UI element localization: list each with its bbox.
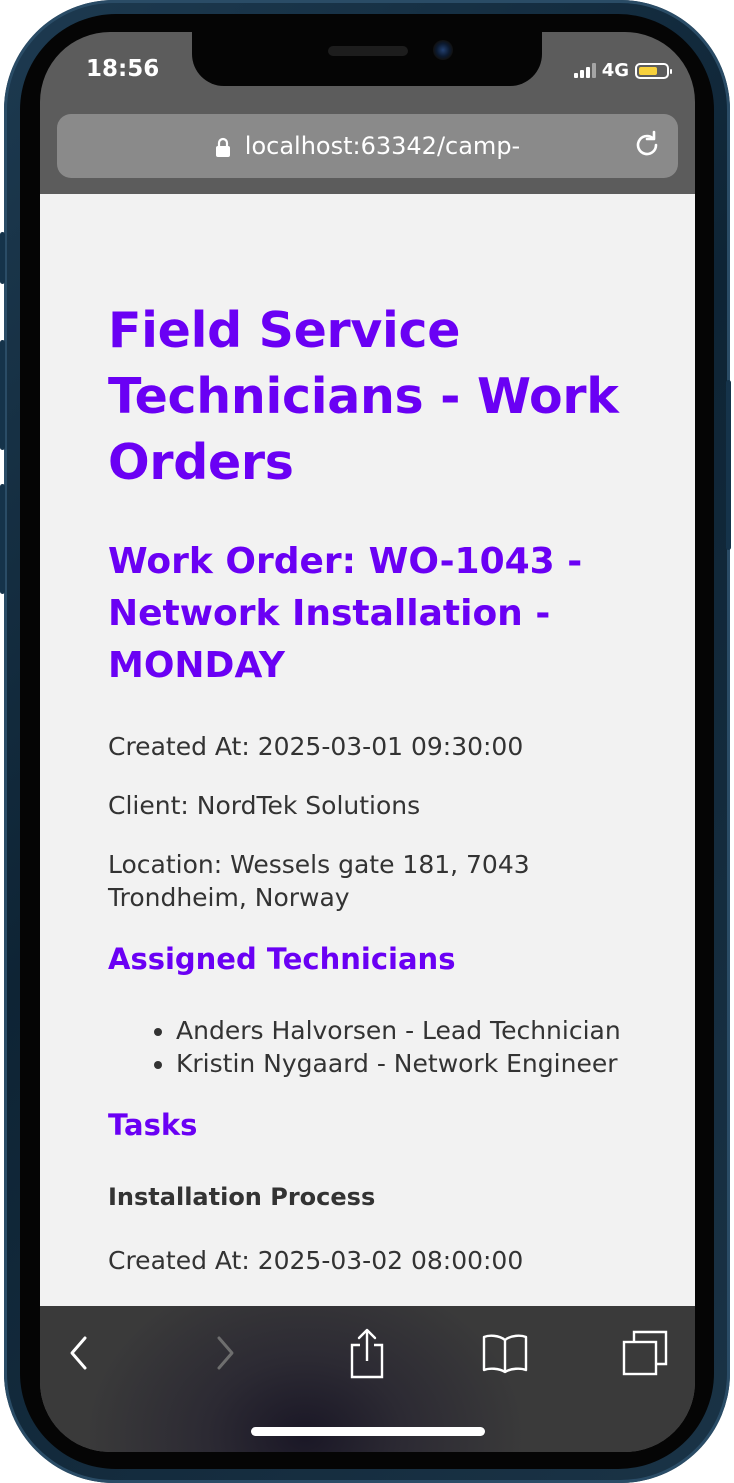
battery-level — [639, 66, 658, 75]
back-button[interactable] — [54, 1328, 104, 1378]
url-text: localhost:63342/camp- — [244, 132, 521, 160]
web-page[interactable]: Field Service Technicians - Work Orders … — [40, 194, 695, 1306]
created-at: Created At: 2025-03-01 09:30:00 — [108, 732, 524, 761]
network-type: 4G — [601, 60, 629, 81]
tasks-heading: Tasks — [108, 1108, 198, 1142]
technicians-heading: Assigned Technicians — [108, 942, 456, 976]
status-time: 18:56 — [86, 56, 160, 82]
list-item: Anders Halvorsen - Lead Technician — [176, 1014, 647, 1047]
client: Client: NordTek Solutions — [108, 791, 421, 820]
work-order-heading: Work Order: WO-1043 - Network Installati… — [108, 541, 583, 686]
front-camera — [433, 40, 453, 60]
home-indicator[interactable] — [251, 1427, 485, 1436]
tabs-icon — [622, 1330, 668, 1376]
address-bar[interactable]: localhost:63342/camp- — [57, 114, 678, 178]
location: Location: Wessels gate 181, 7043 Trondhe… — [108, 850, 530, 912]
tabs-button[interactable] — [620, 1328, 670, 1378]
status-indicators: 4G — [573, 60, 672, 81]
speaker — [328, 46, 408, 56]
list-item: Kristin Nygaard - Network Engineer — [176, 1047, 647, 1080]
forward-icon — [217, 1336, 234, 1370]
volume-down-button — [0, 484, 5, 594]
power-button — [726, 380, 731, 550]
mute-switch — [0, 232, 5, 284]
back-icon — [70, 1336, 87, 1370]
task-title: Installation Process — [108, 1183, 376, 1211]
reload-icon[interactable] — [632, 130, 662, 160]
forward-button[interactable] — [200, 1328, 250, 1378]
share-icon — [350, 1328, 384, 1379]
notch — [192, 32, 542, 86]
battery-icon — [635, 62, 672, 79]
lock-icon — [215, 137, 230, 157]
signal-icon — [573, 63, 596, 78]
share-button[interactable] — [342, 1328, 392, 1379]
volume-up-button — [0, 340, 5, 450]
technician-list: Anders Halvorsen - Lead Technician Krist… — [108, 1014, 647, 1080]
task-created-at: Created At: 2025-03-02 08:00:00 — [108, 1246, 524, 1275]
phone-screen: 18:56 4G localhost:63342/camp- Field Ser… — [40, 32, 695, 1452]
bookmarks-icon — [482, 1334, 528, 1374]
bookmarks-button[interactable] — [480, 1328, 530, 1378]
page-title: Field Service Technicians - Work Orders — [108, 302, 619, 491]
